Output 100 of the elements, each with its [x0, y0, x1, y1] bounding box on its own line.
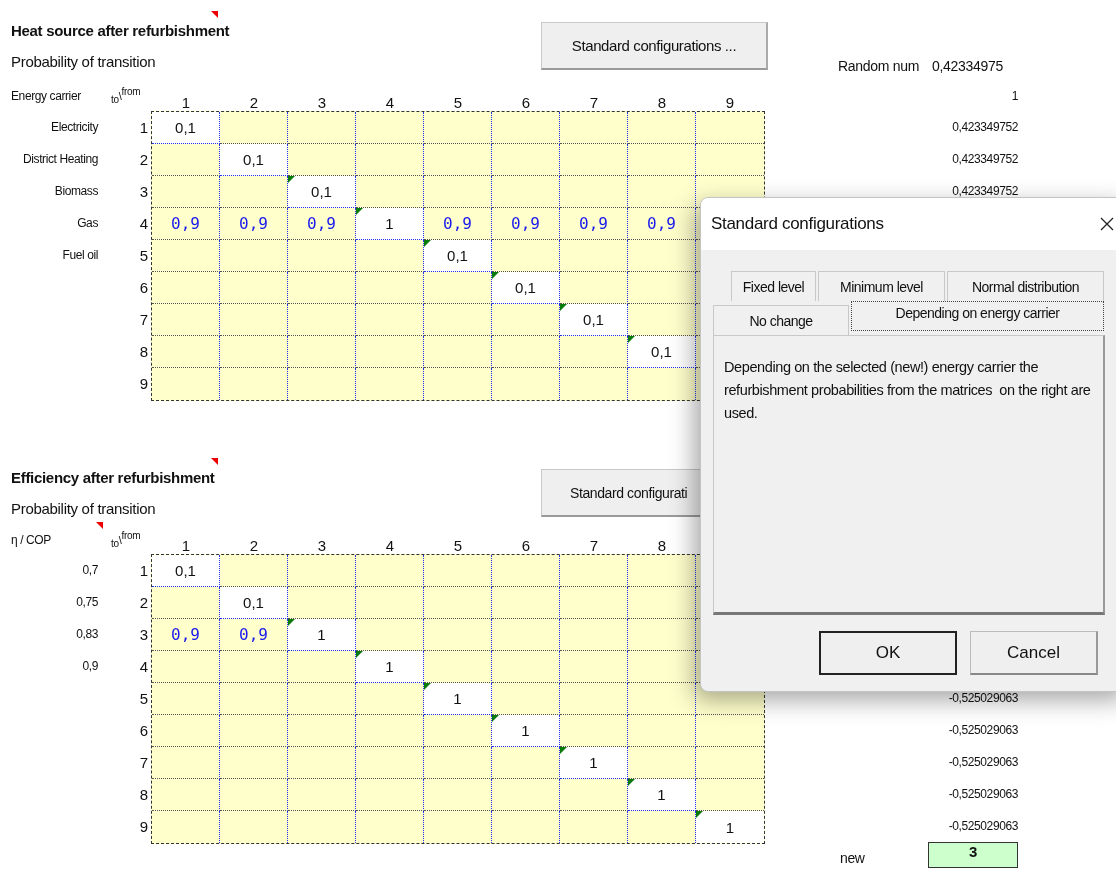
tab[interactable]: Minimum level	[818, 271, 945, 301]
table-cell[interactable]	[492, 587, 560, 619]
table-cell[interactable]	[628, 651, 696, 683]
table-cell[interactable]	[492, 144, 560, 176]
standard-configurations-button[interactable]: Standard configurations ...	[541, 22, 768, 70]
table-cell[interactable]: 0,9	[560, 208, 628, 240]
table-cell[interactable]: 0,1	[492, 272, 560, 304]
ok-button[interactable]: OK	[819, 631, 957, 675]
table-cell[interactable]	[220, 272, 288, 304]
table-cell[interactable]	[288, 683, 356, 715]
table-cell[interactable]	[356, 555, 424, 587]
table-cell[interactable]	[560, 555, 628, 587]
table-cell[interactable]	[152, 683, 220, 715]
table-cell[interactable]	[220, 336, 288, 368]
table-cell[interactable]	[288, 272, 356, 304]
table-cell[interactable]	[560, 651, 628, 683]
table-cell[interactable]	[152, 651, 220, 683]
table-cell[interactable]	[492, 619, 560, 651]
table-cell[interactable]	[424, 587, 492, 619]
table-cell[interactable]	[356, 112, 424, 144]
table-cell[interactable]	[492, 112, 560, 144]
table-cell[interactable]	[220, 240, 288, 272]
tab[interactable]: Normal distribution	[947, 271, 1104, 301]
table-cell[interactable]	[492, 651, 560, 683]
table-cell[interactable]	[492, 555, 560, 587]
table-cell[interactable]	[560, 619, 628, 651]
table-cell[interactable]	[356, 715, 424, 747]
table-cell[interactable]	[356, 304, 424, 336]
table-cell[interactable]	[424, 144, 492, 176]
table-cell[interactable]	[220, 715, 288, 747]
table-cell[interactable]	[424, 176, 492, 208]
table-cell[interactable]: 0,9	[220, 208, 288, 240]
table-cell[interactable]	[152, 272, 220, 304]
table-cell[interactable]: 1	[356, 651, 424, 683]
table-cell[interactable]	[220, 779, 288, 811]
table-cell[interactable]	[152, 304, 220, 336]
table-cell[interactable]	[288, 336, 356, 368]
table-cell[interactable]	[424, 112, 492, 144]
table-cell[interactable]: 0,9	[492, 208, 560, 240]
table-cell[interactable]	[356, 587, 424, 619]
table-cell[interactable]: 0,1	[220, 587, 288, 619]
table-cell[interactable]	[220, 304, 288, 336]
table-cell[interactable]: 1	[492, 715, 560, 747]
table-cell[interactable]	[424, 619, 492, 651]
close-icon[interactable]	[1099, 217, 1114, 231]
table-cell[interactable]: 0,9	[152, 619, 220, 651]
table-cell[interactable]	[560, 176, 628, 208]
table-cell[interactable]	[288, 555, 356, 587]
table-cell[interactable]: 0,9	[152, 208, 220, 240]
table-cell[interactable]: 1	[628, 779, 696, 811]
table-cell[interactable]: 0,9	[628, 208, 696, 240]
table-cell[interactable]	[628, 683, 696, 715]
table-cell[interactable]	[628, 587, 696, 619]
table-cell[interactable]	[356, 747, 424, 779]
table-cell[interactable]	[628, 112, 696, 144]
table-cell[interactable]: 1	[356, 208, 424, 240]
table-cell[interactable]	[152, 715, 220, 747]
table-cell[interactable]	[560, 240, 628, 272]
table-cell[interactable]	[288, 779, 356, 811]
table-cell[interactable]	[560, 112, 628, 144]
table-cell[interactable]	[152, 176, 220, 208]
table-cell[interactable]	[492, 779, 560, 811]
tab[interactable]: Fixed level	[731, 271, 816, 301]
table-cell[interactable]	[492, 336, 560, 368]
table-cell[interactable]	[220, 747, 288, 779]
table-cell[interactable]	[628, 272, 696, 304]
table-cell[interactable]	[220, 683, 288, 715]
table-cell[interactable]: 0,1	[424, 240, 492, 272]
table-cell[interactable]	[492, 176, 560, 208]
table-cell[interactable]	[424, 779, 492, 811]
table-cell[interactable]	[424, 555, 492, 587]
table-cell[interactable]	[356, 144, 424, 176]
table-cell[interactable]	[628, 240, 696, 272]
tab[interactable]: Depending on energy carrier	[851, 301, 1104, 331]
table-cell[interactable]	[288, 747, 356, 779]
table-cell[interactable]	[288, 304, 356, 336]
table-cell[interactable]	[424, 747, 492, 779]
table-cell[interactable]: 0,1	[288, 176, 356, 208]
table-cell[interactable]	[560, 683, 628, 715]
table-cell[interactable]	[560, 144, 628, 176]
table-cell[interactable]	[424, 336, 492, 368]
table-cell[interactable]: 0,1	[560, 304, 628, 336]
table-cell[interactable]: 1	[288, 619, 356, 651]
table-cell[interactable]: 0,1	[628, 336, 696, 368]
table-cell[interactable]: 1	[424, 683, 492, 715]
table-cell[interactable]: 1	[560, 747, 628, 779]
table-cell[interactable]: 0,1	[152, 555, 220, 587]
table-cell[interactable]	[356, 272, 424, 304]
tab[interactable]: No change	[713, 305, 849, 335]
table-cell[interactable]	[628, 144, 696, 176]
table-cell[interactable]	[628, 619, 696, 651]
table-cell[interactable]: 0,1	[152, 112, 220, 144]
table-cell[interactable]	[288, 240, 356, 272]
table-cell[interactable]	[152, 240, 220, 272]
table-cell[interactable]	[628, 715, 696, 747]
table-cell[interactable]	[356, 336, 424, 368]
table-cell[interactable]: 0,1	[220, 144, 288, 176]
table-cell[interactable]	[220, 651, 288, 683]
table-cell[interactable]	[152, 747, 220, 779]
table-cell[interactable]	[288, 112, 356, 144]
